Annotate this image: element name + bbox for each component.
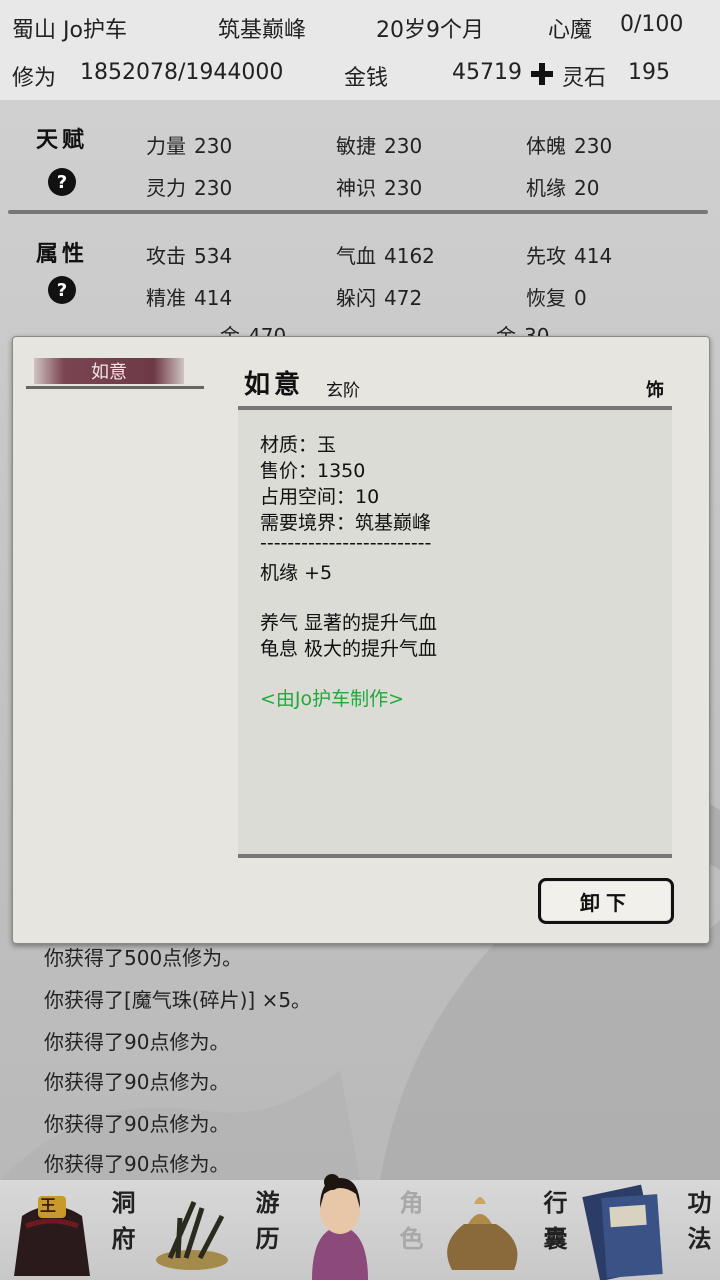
item-effect: 龟息 极大的提升气血 — [260, 638, 438, 660]
heart-demon-value: 0/100 — [620, 12, 684, 37]
attribute-stat: 先攻 414 — [526, 244, 613, 268]
item-space: 占用空间：10 — [260, 486, 380, 508]
talent-help-icon[interactable]: ? — [48, 168, 76, 196]
cultivation-value: 1852078/1944000 — [80, 60, 284, 85]
attribute-stat: 攻击 534 — [146, 244, 233, 268]
grass-icon — [156, 1201, 228, 1270]
log-line: 你获得了90点修为。 — [44, 1152, 230, 1176]
item-type: 饰 — [646, 380, 664, 401]
scroll-book-icon — [582, 1184, 663, 1280]
section-divider — [8, 210, 708, 214]
attributes-title: 属性 — [36, 241, 89, 267]
item-price: 售价：1350 — [260, 460, 366, 482]
nav-gongfa[interactable]: 功法 — [576, 1180, 720, 1280]
attribute-stat: 精准 414 — [146, 286, 233, 310]
talent-stat: 敏捷 230 — [336, 134, 423, 158]
item-effect: 养气 显著的提升气血 — [260, 612, 438, 634]
log-line: 你获得了90点修为。 — [44, 1112, 230, 1136]
log-line: 你获得了[魔气珠(碎片)] ×5。 — [44, 988, 312, 1012]
money-label: 金钱 — [344, 66, 389, 91]
cultivation-label: 修为 — [12, 66, 57, 91]
item-material: 材质：玉 — [260, 434, 337, 456]
item-grade: 玄阶 — [326, 381, 360, 401]
talent-stat: 灵力 230 — [146, 176, 233, 200]
nav-xingnang[interactable]: 行囊 — [432, 1180, 576, 1280]
nav-badge: 王 — [40, 1196, 57, 1215]
nav-label: 功法 — [683, 1190, 712, 1262]
item-separator: ------------------------- — [260, 532, 432, 554]
spirit-stone-label: 灵石 — [562, 66, 607, 91]
heart-demon-label: 心魔 — [548, 18, 593, 43]
attribute-stat: 躲闪 472 — [336, 286, 423, 310]
nav-label: 洞府 — [107, 1190, 136, 1262]
character-portrait-icon — [312, 1174, 368, 1280]
spirit-stone-value: 195 — [628, 60, 670, 85]
item-name: 如意 — [244, 370, 305, 400]
unequip-button[interactable]: 卸下 — [538, 878, 674, 924]
talent-stat: 神识 230 — [336, 176, 423, 200]
attribute-stat: 恢复 0 — [526, 286, 587, 310]
money-value: 45719 — [452, 60, 522, 85]
log-line: 你获得了500点修为。 — [44, 946, 243, 970]
bottom-nav: 王 洞府 游历 角色 行囊 功法 — [0, 1174, 720, 1280]
nav-label: 游历 — [251, 1190, 280, 1262]
item-maker: <由Jo护车制作> — [260, 688, 405, 710]
item-tab-underline — [26, 386, 204, 389]
talent-title: 天赋 — [36, 127, 89, 153]
item-required-realm: 需要境界：筑基巅峰 — [260, 512, 432, 534]
nav-label: 行囊 — [539, 1190, 568, 1262]
log-line: 你获得了90点修为。 — [44, 1030, 230, 1054]
talent-stat: 体魄 230 — [526, 134, 613, 158]
sect-name: 蜀山 Jo护车 — [12, 18, 127, 43]
nav-dongfu[interactable]: 王 洞府 — [0, 1180, 144, 1280]
attribute-stat: 气血 4162 — [336, 244, 435, 268]
status-bar: 蜀山 Jo护车 筑基巅峰 20岁9个月 心魔 0/100 修为 1852078/… — [0, 0, 720, 101]
sack-icon — [447, 1197, 518, 1270]
age: 20岁9个月 — [376, 18, 484, 43]
talent-stat: 力量 230 — [146, 134, 233, 158]
nav-label: 角色 — [395, 1190, 424, 1262]
nav-youli[interactable]: 游历 — [144, 1180, 288, 1280]
log-line: 你获得了90点修为。 — [44, 1070, 230, 1094]
item-tab[interactable]: 如意 — [34, 358, 184, 384]
item-bonus: 机缘 +5 — [260, 562, 333, 584]
nav-juese[interactable]: 角色 — [288, 1174, 432, 1280]
add-money-icon[interactable] — [530, 62, 554, 86]
realm: 筑基巅峰 — [218, 18, 307, 43]
talent-stat: 机缘 20 — [526, 176, 600, 200]
attributes-help-icon[interactable]: ? — [48, 276, 76, 304]
